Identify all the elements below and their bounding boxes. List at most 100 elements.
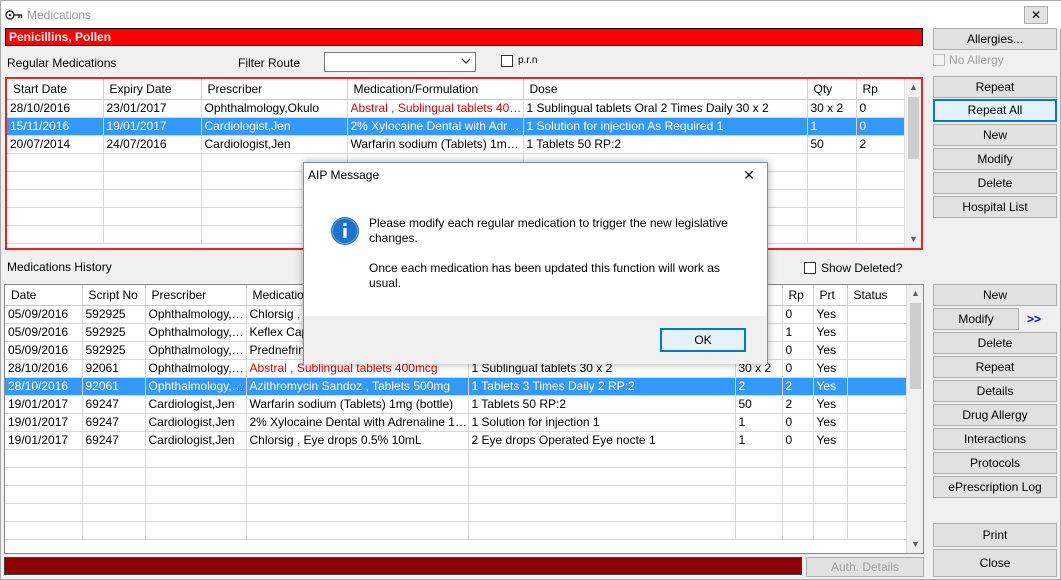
delete-history-button[interactable]: Delete (933, 332, 1057, 354)
table-cell: 1 (782, 323, 814, 342)
ok-button[interactable]: OK (660, 328, 746, 352)
table-cell: 69247 (82, 395, 146, 414)
table-cell: 30 x 2 (807, 99, 857, 118)
delete-regular-button[interactable]: Delete (933, 172, 1057, 194)
dialog-message-line2: changes. (369, 231, 418, 245)
scroll-down-icon[interactable]: ▼ (905, 231, 921, 248)
hospital-list-button[interactable]: Hospital List (933, 196, 1057, 218)
table-row[interactable] (5, 521, 907, 540)
column-header[interactable]: Start Date (7, 79, 104, 100)
table-row[interactable]: 28/10/2016 23/01/2017 Ophthalmology,Okulo A… (7, 99, 907, 118)
column-header[interactable]: Status (847, 285, 907, 306)
table-cell: Cardiologist,Jen (145, 395, 247, 414)
table-cell (145, 467, 247, 486)
more-options-link[interactable]: >> (1027, 312, 1041, 326)
table-cell (807, 171, 857, 190)
new-regular-button[interactable]: New (933, 124, 1057, 146)
dialog-message-line4: usual. (369, 276, 402, 290)
table-cell: Cardiologist,Jen (201, 117, 348, 136)
scroll-thumb[interactable] (908, 97, 919, 159)
table-row[interactable]: 15/11/2016 19/01/2017 Cardiologist,Jen 2% X… (7, 117, 907, 136)
modify-history-button[interactable]: Modify (933, 308, 1019, 330)
close-button[interactable]: Close (933, 549, 1057, 577)
modify-regular-button[interactable]: Modify (933, 148, 1057, 170)
no-allergy-label: No Allergy (949, 53, 1004, 67)
table-cell (807, 225, 857, 244)
column-header[interactable]: Rp (856, 79, 907, 100)
dialog-close-button[interactable]: ✕ (741, 167, 757, 183)
table-cell (847, 359, 907, 378)
new-history-button[interactable]: New (933, 284, 1057, 306)
table-cell: Yes (813, 323, 848, 342)
table-row[interactable]: 19/01/2017 69247 Cardiologist,Jen Chlorsig … (5, 431, 907, 450)
table-cell: Cardiologist,Jen (201, 135, 348, 154)
table-cell: Ophthalmology,O... (145, 359, 247, 378)
repeat-button[interactable]: Repeat (933, 76, 1057, 98)
scroll-up-icon[interactable]: ▲ (905, 79, 921, 96)
table-row[interactable]: 28/10/2016 92061 Ophthalmology,O... Azithro… (5, 377, 907, 396)
history-grid-scrollbar[interactable]: ▲ ▼ (906, 285, 923, 553)
table-cell (813, 485, 848, 504)
table-cell (847, 431, 907, 450)
filter-route-select[interactable] (324, 52, 476, 72)
table-row[interactable] (5, 449, 907, 468)
table-row[interactable] (5, 503, 907, 522)
table-cell (735, 503, 783, 522)
regular-grid-scrollbar[interactable]: ▲ ▼ (904, 79, 921, 248)
scroll-up-icon[interactable]: ▲ (907, 285, 923, 302)
table-row[interactable]: 19/01/2017 69247 Cardiologist,Jen 2% Xyloca… (5, 413, 907, 432)
table-cell (246, 485, 469, 504)
column-header[interactable]: Script No (82, 285, 146, 306)
column-header[interactable]: Date (5, 285, 83, 306)
table-cell: 1 Tablets 50 RP:2 (523, 135, 808, 154)
table-cell (5, 485, 83, 504)
column-header[interactable]: Expiry Date (103, 79, 202, 100)
table-cell: Warfarin sodium (Tablets) 1mg (bottle) (246, 395, 469, 414)
column-header[interactable]: Medication/Formulation (347, 79, 524, 100)
repeat-history-button[interactable]: Repeat (933, 356, 1057, 378)
table-cell (246, 521, 469, 540)
details-button[interactable]: Details (933, 380, 1057, 402)
table-cell (468, 467, 736, 486)
scroll-down-icon[interactable]: ▼ (907, 536, 923, 553)
auth-details-button[interactable]: Auth. Details (806, 557, 924, 577)
print-button[interactable]: Print (933, 523, 1057, 547)
no-allergy-checkbox[interactable] (933, 54, 945, 66)
table-cell (5, 449, 83, 468)
table-cell (856, 153, 907, 172)
show-deleted-checkbox[interactable] (804, 262, 816, 274)
scroll-thumb[interactable] (910, 303, 921, 389)
prn-checkbox[interactable] (501, 55, 513, 67)
table-cell: Ophthalmology,O... (145, 323, 247, 342)
table-cell: 0 (782, 431, 814, 450)
drug-allergy-button[interactable]: Drug Allergy (933, 404, 1057, 426)
table-cell: 0 (782, 341, 814, 360)
column-header[interactable]: Prt (813, 285, 848, 306)
column-header[interactable]: Rp (782, 285, 814, 306)
table-cell (807, 189, 857, 208)
table-row[interactable]: 20/07/2014 24/07/2016 Cardiologist,Jen Warf… (7, 135, 907, 154)
table-row[interactable]: 19/01/2017 69247 Cardiologist,Jen Warfarin … (5, 395, 907, 414)
protocols-button[interactable]: Protocols (933, 452, 1057, 474)
interactions-button[interactable]: Interactions (933, 428, 1057, 450)
window-close-button[interactable]: ✕ (1024, 6, 1048, 24)
table-cell (813, 521, 848, 540)
table-cell (246, 449, 469, 468)
table-cell (7, 225, 104, 244)
repeat-all-button[interactable]: Repeat All (933, 99, 1057, 122)
table-cell (103, 225, 202, 244)
table-row[interactable] (5, 485, 907, 504)
eprescription-log-button[interactable]: ePrescription Log (933, 476, 1057, 498)
column-header[interactable]: Prescriber (201, 79, 348, 100)
table-cell: 19/01/2017 (103, 117, 202, 136)
table-cell (82, 467, 146, 486)
column-header[interactable]: Qty (807, 79, 857, 100)
table-cell: 592925 (82, 341, 146, 360)
table-cell: 2% Xylocaine Dental with Adrenaline 1:80… (246, 413, 469, 432)
allergies-button[interactable]: Allergies... (933, 28, 1057, 50)
column-header[interactable]: Dose (523, 79, 808, 100)
table-cell: 1 (735, 413, 783, 432)
column-header[interactable]: Prescriber (145, 285, 247, 306)
table-cell: 23/01/2017 (103, 99, 202, 118)
table-row[interactable] (5, 467, 907, 486)
